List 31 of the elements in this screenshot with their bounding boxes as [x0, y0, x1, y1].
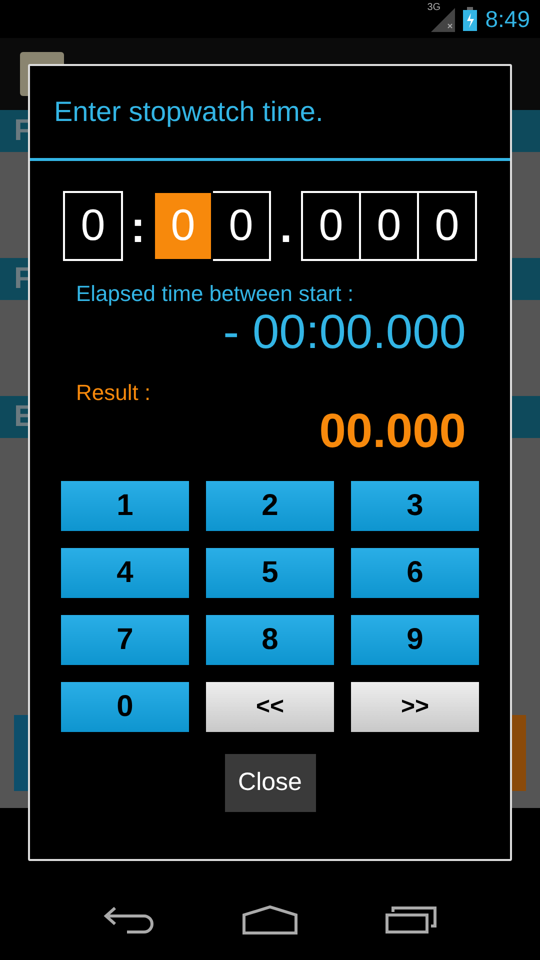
result-label: Result : — [76, 380, 151, 406]
network-label: 3G — [427, 2, 441, 13]
cursor-key[interactable]: >> — [351, 682, 479, 732]
digit-key[interactable]: 5 — [206, 548, 334, 598]
cursor-key[interactable]: << — [206, 682, 334, 732]
home-icon[interactable] — [242, 905, 298, 935]
digit-key[interactable]: 7 — [61, 614, 189, 665]
digit-key[interactable]: 8 — [206, 614, 334, 665]
clock-time: 8:49 — [485, 6, 530, 32]
digit-field[interactable]: 0 — [63, 191, 123, 261]
digit-field[interactable]: 0 — [301, 191, 361, 261]
digit-key[interactable]: 3 — [351, 480, 479, 531]
digit-field[interactable]: 0 — [361, 191, 419, 261]
digit-key[interactable]: 2 — [206, 480, 334, 531]
separator: . — [278, 202, 294, 254]
elapsed-label: Elapsed time between start : — [76, 281, 354, 307]
separator: : — [130, 202, 146, 254]
digit-key[interactable]: 9 — [351, 614, 479, 665]
battery-icon — [463, 7, 478, 31]
dialog-title: Enter stopwatch time. — [54, 96, 324, 128]
digit-field[interactable]: 0 — [213, 191, 271, 261]
digit-field[interactable]: 0 — [419, 191, 477, 261]
digit-key[interactable]: 1 — [61, 480, 189, 531]
recent-apps-icon[interactable] — [384, 906, 437, 934]
back-icon[interactable] — [103, 906, 156, 934]
close-button[interactable]: Close — [224, 754, 316, 812]
result-value: 00.000 — [319, 406, 466, 459]
digit-key[interactable]: 6 — [351, 548, 479, 598]
digit-key[interactable]: 4 — [61, 548, 189, 598]
elapsed-value: - 00:00.000 — [223, 307, 466, 360]
digit-key[interactable]: 0 — [61, 682, 189, 732]
